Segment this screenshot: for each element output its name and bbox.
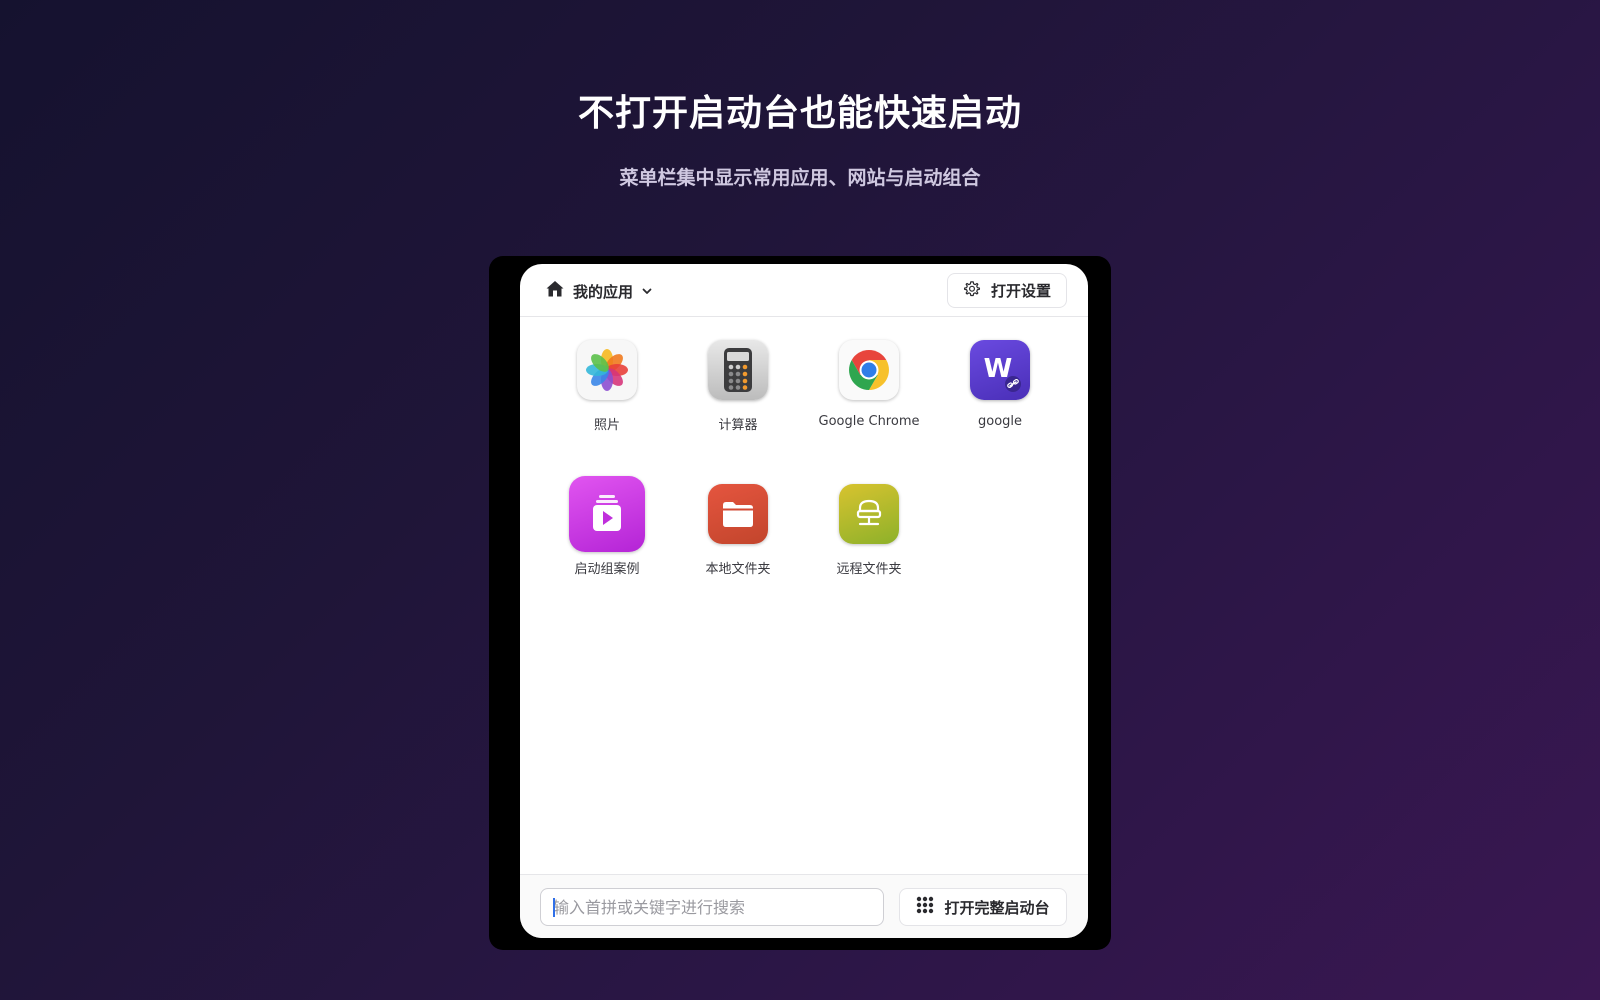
- app-label: 照片: [593, 418, 620, 433]
- home-icon: [545, 279, 565, 303]
- hero-subtitle: 菜单栏集中显示常用应用、网站与启动组合: [619, 167, 981, 189]
- remote-folder-icon: [839, 484, 899, 544]
- calculator-icon: [708, 340, 768, 400]
- open-full-launchpad-button[interactable]: 打开完整启动台: [899, 888, 1067, 926]
- chevron-down-icon: [641, 282, 653, 301]
- search-input[interactable]: [540, 888, 884, 926]
- app-label: google: [977, 414, 1023, 429]
- app-label: 本地文件夹: [705, 562, 771, 577]
- app-label: Google Chrome: [818, 414, 920, 429]
- app-item-google-chrome[interactable]: Google Chrome: [805, 340, 933, 460]
- panel-header: 我的应用 打开设置: [520, 264, 1088, 317]
- launcher-panel: 我的应用 打开设置 照片 计算器 Google Chrome W google …: [520, 264, 1088, 938]
- app-item-remote-folder[interactable]: 远程文件夹: [805, 484, 933, 604]
- text-caret: [553, 898, 555, 917]
- app-item-calculator[interactable]: 计算器: [674, 340, 802, 460]
- gear-icon: [963, 280, 981, 302]
- panel-footer: 打开完整启动台: [520, 874, 1088, 938]
- app-item-local-folder[interactable]: 本地文件夹: [674, 484, 802, 604]
- app-label: 远程文件夹: [836, 562, 902, 577]
- chrome-icon: [839, 340, 899, 400]
- grid-icon: [916, 896, 934, 918]
- app-group-label: 我的应用: [573, 282, 634, 301]
- open-settings-button[interactable]: 打开设置: [947, 273, 1067, 308]
- app-item-photos[interactable]: 照片: [543, 340, 671, 460]
- app-group-selector[interactable]: 我的应用: [545, 276, 653, 306]
- app-item-launch-group[interactable]: 启动组案例: [543, 476, 671, 604]
- app-item-google[interactable]: W google: [936, 340, 1064, 460]
- web-link-icon: W: [970, 340, 1030, 400]
- open-full-launchpad-label: 打开完整启动台: [944, 898, 1050, 917]
- launch-group-icon: [569, 476, 645, 552]
- open-settings-label: 打开设置: [990, 282, 1051, 300]
- app-label: 计算器: [718, 418, 758, 433]
- local-folder-icon: [708, 484, 768, 544]
- photos-icon: [577, 340, 637, 400]
- hero-title: 不打开启动台也能快速启动: [577, 93, 1022, 134]
- app-label: 启动组案例: [574, 562, 640, 577]
